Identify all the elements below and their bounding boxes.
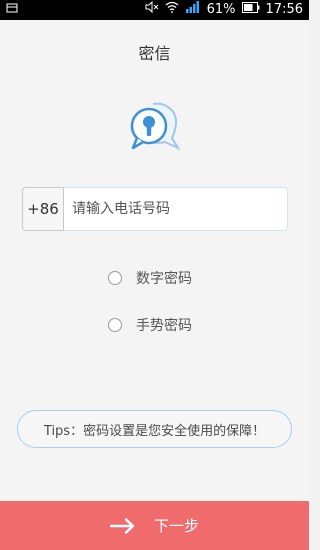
battery-icon [241,0,260,20]
arrow-right-icon [109,517,136,534]
wifi-icon [165,0,179,20]
notification-icon [6,2,18,18]
next-step-button[interactable]: 下一步 [0,501,309,550]
option-digit-password[interactable]: 数字密码 [108,268,192,288]
status-time: 17:56 [265,2,303,17]
status-bar: 61% 17:56 [0,0,309,20]
radio-digit-password[interactable] [108,271,122,285]
page-title: 密信 [138,44,171,63]
radio-gesture-password[interactable] [108,318,122,332]
next-step-label: 下一步 [153,517,199,535]
screen: 61% 17:56 密信 +86 请输入电话号码 数字密码 手势密码 Tips：… [0,0,309,550]
battery-percent: 61% [206,2,236,17]
country-code-button[interactable]: +86 [22,187,64,231]
tips-box: Tips：密码设置是您安全使用的保障！ [17,410,292,448]
option-digit-password-label: 数字密码 [136,271,192,287]
mute-icon [145,0,159,20]
option-gesture-password-label: 手势密码 [136,318,192,334]
keyhole-chat-icon [127,98,183,154]
option-gesture-password[interactable]: 手势密码 [108,315,192,335]
phone-input-row: +86 [22,187,288,231]
phone-number-input[interactable] [64,187,288,231]
signal-icon [185,0,201,20]
